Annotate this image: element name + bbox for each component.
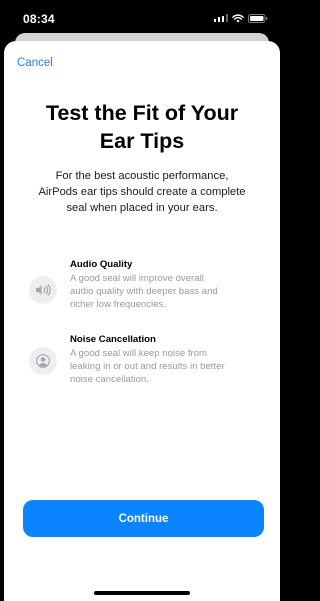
home-indicator[interactable] (94, 591, 190, 595)
page-description-line: For the best acoustic performance, (55, 170, 229, 182)
page-title-line: Ear Tips (99, 129, 185, 153)
page-description-line: seal when placed in your ears. (66, 202, 218, 214)
page-title: Test the Fit of Your Ear Tips (4, 99, 280, 155)
feature-heading: Audio Quality (70, 259, 133, 270)
screen: 08:34 Cancel Test the Fit of Your Ear Ti… (0, 0, 284, 601)
status-icons (213, 13, 269, 23)
feature-heading: Noise Cancellation (70, 334, 156, 345)
continue-button[interactable]: Continue (23, 500, 264, 537)
speaker-sound-icon (29, 276, 57, 304)
cellular-signal-icon (213, 14, 228, 22)
modal-sheet: Cancel Test the Fit of Your Ear Tips For… (4, 41, 280, 601)
page-title-line: Test the Fit of Your (45, 101, 239, 125)
person-icon (29, 347, 57, 375)
status-bar: 08:34 (0, 0, 284, 36)
feature-description-line: leaking in or out and results in better (70, 361, 225, 372)
wifi-icon (232, 13, 244, 23)
feature-description-line: A good seal will keep noise from (70, 348, 208, 359)
feature-description-line: A good seal will improve overall (70, 273, 204, 284)
feature-description-line: noise cancellation. (70, 374, 149, 385)
status-time: 08:34 (23, 12, 55, 26)
page-description-line: AirPods ear tips should create a complet… (38, 186, 246, 198)
feature-description-line: richer low frequencies. (70, 299, 166, 310)
battery-icon (248, 13, 268, 23)
cancel-button[interactable]: Cancel (17, 57, 53, 69)
feature-description: A good seal will improve overall audio q… (70, 272, 266, 311)
feature-description-line: audio quality with deeper bass and (70, 286, 218, 297)
feature-description: A good seal will keep noise from leaking… (70, 347, 266, 386)
page-description: For the best acoustic performance, AirPo… (22, 168, 262, 216)
